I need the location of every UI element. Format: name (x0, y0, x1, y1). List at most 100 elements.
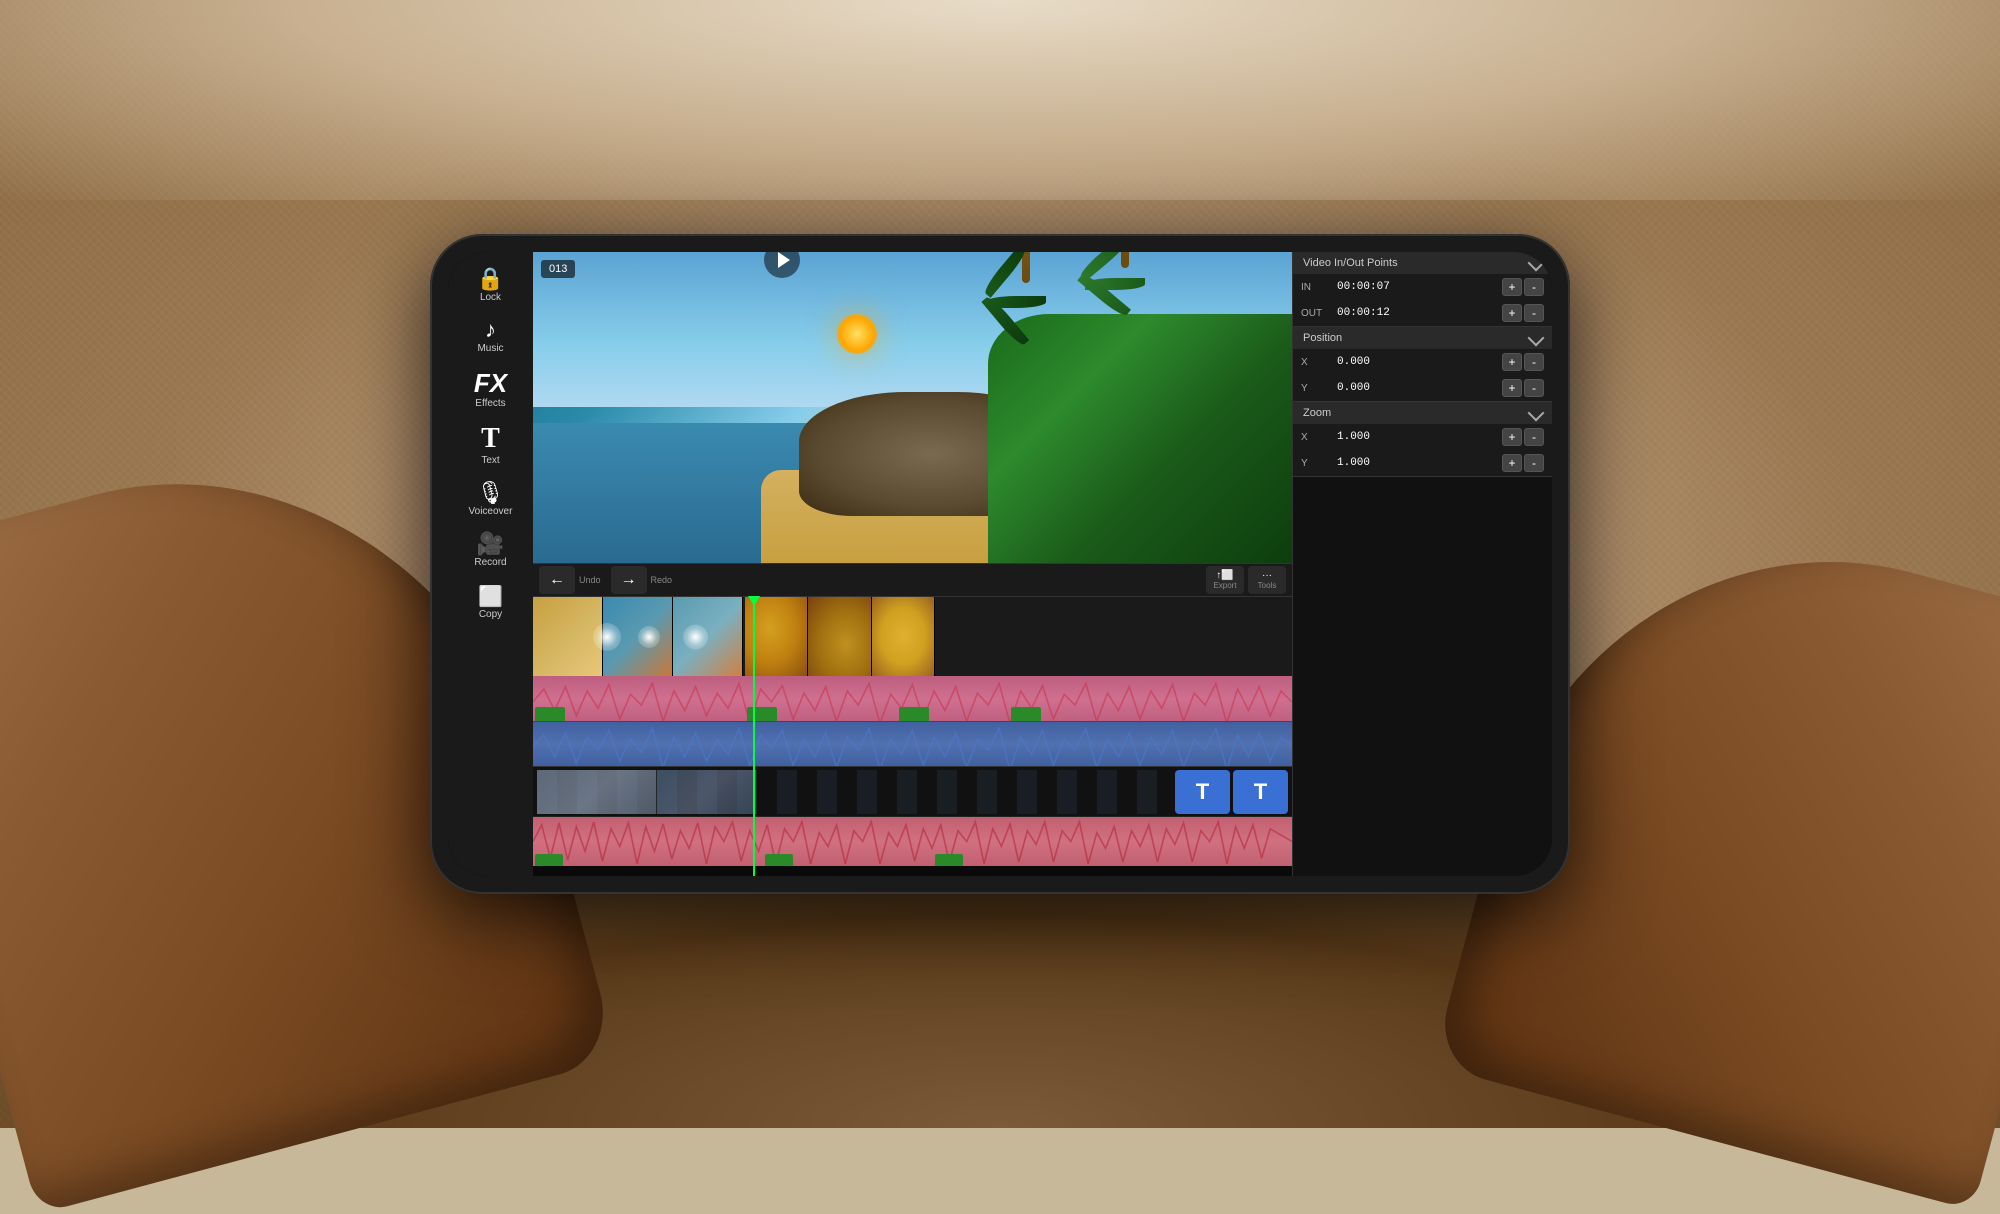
light-burst-3 (683, 624, 708, 649)
track-audio-2 (533, 721, 1292, 766)
phone-device: 🔒 Lock ♪ Music FX Effects T Text 🎙 Voice… (430, 234, 1570, 894)
zoom-chevron-icon (1528, 405, 1545, 422)
title-block-1-text: T (1196, 779, 1209, 805)
position-chevron-icon (1528, 330, 1545, 347)
position-x-value: 0.000 (1337, 356, 1496, 368)
zoom-y-controls: + - (1502, 454, 1544, 472)
in-label: IN (1301, 282, 1331, 293)
track-audio-bottom (533, 816, 1292, 866)
toolbar-lock-label: Lock (480, 292, 501, 303)
inout-out-row: OUT 00:00:12 + - (1293, 300, 1552, 326)
toolbar-item-text[interactable]: T Text (455, 419, 527, 472)
title-block-2[interactable]: T (1233, 770, 1288, 814)
scene-sun (837, 314, 877, 354)
position-y-plus-button[interactable]: + (1502, 379, 1522, 397)
in-plus-button[interactable]: + (1502, 278, 1522, 296)
scene-vegetation (988, 314, 1292, 563)
zoom-y-label: Y (1301, 458, 1331, 469)
tools-icon: ··· (1262, 570, 1272, 581)
title-block-2-text: T (1254, 779, 1267, 805)
out-plus-button[interactable]: + (1502, 304, 1522, 322)
export-button[interactable]: ↑⬜ Export (1206, 566, 1244, 594)
export-icon: ↑⬜ (1216, 570, 1233, 581)
redo-button[interactable]: → (611, 566, 647, 594)
main-content: 013 ← Undo → Redo (533, 252, 1292, 876)
waveform-blue (533, 722, 1292, 766)
toolbar-voiceover-label: Voiceover (469, 506, 513, 517)
toolbar-copy-label: Copy (479, 609, 502, 620)
redo-icon: → (621, 571, 637, 589)
toolbar-text-label: Text (481, 455, 499, 466)
title-thumbnails (537, 770, 1168, 814)
toolbar-item-record[interactable]: 🎥 Record (455, 527, 527, 574)
video-preview: 013 (533, 252, 1292, 563)
copy-icon: ⬜ (478, 584, 503, 609)
position-x-controls: + - (1502, 353, 1544, 371)
position-x-minus-button[interactable]: - (1524, 353, 1544, 371)
in-minus-button[interactable]: - (1524, 278, 1544, 296)
transport-strip: ← Undo → Redo ↑⬜ Export ··· Tools (533, 563, 1292, 596)
toolbar-item-voiceover[interactable]: 🎙 Voiceover (455, 476, 527, 523)
zoom-y-plus-button[interactable]: + (1502, 454, 1522, 472)
record-icon: 🎥 (477, 533, 504, 555)
track-audio-1 (533, 676, 1292, 721)
palm-leaves-1 (1085, 268, 1165, 328)
playhead (753, 596, 755, 876)
zoom-title: Zoom (1303, 407, 1331, 419)
position-x-plus-button[interactable]: + (1502, 353, 1522, 371)
inout-title: Video In/Out Points (1303, 257, 1398, 269)
toolbar-item-copy[interactable]: ⬜ Copy (455, 578, 527, 626)
toolbar-music-label: Music (477, 343, 503, 354)
in-value: 00:00:07 (1337, 281, 1496, 293)
toolbar-item-lock[interactable]: 🔒 Lock (455, 262, 527, 309)
undo-label: Undo (579, 575, 601, 585)
green-indicators-bottom (533, 854, 1292, 866)
title-pattern-track (537, 770, 1168, 814)
palm-leaves-2 (986, 288, 1066, 348)
undo-button[interactable]: ← (539, 566, 575, 594)
right-panel-spacer (1293, 477, 1552, 876)
export-label: Export (1213, 581, 1236, 590)
position-title: Position (1303, 332, 1342, 344)
out-value: 00:00:12 (1337, 307, 1496, 319)
toolbar-item-effects[interactable]: FX Effects (455, 364, 527, 415)
timecode-value: 013 (549, 263, 567, 275)
out-minus-button[interactable]: - (1524, 304, 1544, 322)
green-indicators (533, 707, 1292, 721)
timecode-display: 013 (541, 260, 575, 278)
zoom-y-row: Y 1.000 + - (1293, 450, 1552, 476)
zoom-x-controls: + - (1502, 428, 1544, 446)
phone-screen: 🔒 Lock ♪ Music FX Effects T Text 🎙 Voice… (448, 252, 1552, 876)
clip-bokeh[interactable] (745, 597, 935, 676)
voiceover-icon: 🎙 (477, 482, 505, 504)
timeline-area: T T (533, 596, 1292, 876)
fx-icon: FX (474, 370, 507, 396)
undo-icon: ← (549, 571, 565, 589)
tools-label: Tools (1258, 581, 1277, 590)
zoom-x-value: 1.000 (1337, 431, 1496, 443)
zoom-section: Zoom X 1.000 + - Y 1.000 + - (1293, 402, 1552, 477)
zoom-header: Zoom (1293, 402, 1552, 424)
title-block-1[interactable]: T (1175, 770, 1230, 814)
position-y-minus-button[interactable]: - (1524, 379, 1544, 397)
toolbar-effects-label: Effects (475, 398, 505, 409)
title-blocks-container: T T (1175, 770, 1288, 814)
waveform-svg-2 (533, 722, 1292, 766)
position-x-row: X 0.000 + - (1293, 349, 1552, 375)
zoom-x-plus-button[interactable]: + (1502, 428, 1522, 446)
inout-in-row: IN 00:00:07 + - (1293, 274, 1552, 300)
position-section: Position X 0.000 + - Y 0.000 + - (1293, 327, 1552, 402)
out-label: OUT (1301, 308, 1331, 319)
inout-chevron-icon (1528, 255, 1545, 272)
toolbar-item-music[interactable]: ♪ Music (455, 313, 527, 360)
zoom-x-minus-button[interactable]: - (1524, 428, 1544, 446)
zoom-x-row: X 1.000 + - (1293, 424, 1552, 450)
zoom-y-minus-button[interactable]: - (1524, 454, 1544, 472)
track-main-video (533, 596, 1292, 676)
inout-header: Video In/Out Points (1293, 252, 1552, 274)
position-y-value: 0.000 (1337, 382, 1496, 394)
position-y-row: Y 0.000 + - (1293, 375, 1552, 401)
tools-button[interactable]: ··· Tools (1248, 566, 1286, 594)
light-burst-2 (638, 626, 660, 648)
position-y-controls: + - (1502, 379, 1544, 397)
